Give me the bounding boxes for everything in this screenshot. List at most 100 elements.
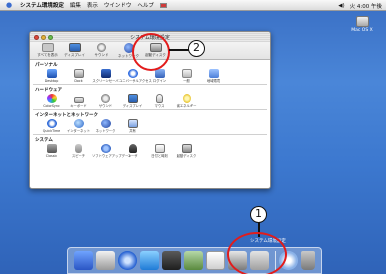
callout-leader-2	[169, 49, 189, 51]
pref-label: 地域環境	[206, 79, 221, 83]
pref-date-time[interactable]: 日付と時刻	[146, 144, 173, 158]
pref-general[interactable]: 一般	[173, 69, 200, 83]
section-title: システム	[35, 138, 53, 143]
speaker-icon	[101, 94, 110, 103]
input-menu-flag-icon[interactable]	[159, 2, 167, 8]
pref-displays[interactable]: ディスプレイ	[119, 94, 146, 108]
users-icon	[128, 144, 137, 153]
trash-icon[interactable]	[301, 251, 315, 270]
display-icon	[68, 43, 81, 52]
startup-disk-icon	[181, 144, 192, 153]
menu-bar: ● システム環境設定 編集 表示 ウインドウ ヘルプ ◀) 火 4:00 午後	[0, 0, 386, 11]
quicktime-icon	[46, 119, 57, 128]
internet-globe-icon	[73, 119, 84, 128]
itunes-icon[interactable]	[140, 251, 159, 270]
pref-label: サウンド	[98, 104, 113, 108]
pref-label: キーボード	[70, 104, 87, 108]
pref-label: ログイン	[152, 79, 167, 83]
mouse-icon	[156, 94, 163, 103]
pref-colorsync[interactable]: ColorSync	[38, 94, 65, 108]
pref-label: 起動ディスク	[176, 154, 197, 158]
menu-edit[interactable]: 編集	[70, 1, 81, 9]
menu-view[interactable]: 表示	[87, 1, 98, 9]
pref-label: ネットワーク	[95, 129, 116, 133]
iphoto-icon[interactable]	[184, 251, 203, 270]
pref-mouse[interactable]: マウス	[146, 94, 173, 108]
menu-window[interactable]: ウインドウ	[104, 1, 132, 9]
pref-users[interactable]: ユーザ	[119, 144, 146, 158]
microphone-icon	[75, 144, 82, 153]
pref-label: ソフトウェアアップデート	[92, 154, 132, 158]
sharing-icon	[127, 119, 138, 128]
internet-explorer-icon[interactable]	[118, 251, 137, 270]
pref-label: マウス	[154, 104, 165, 108]
apple-menu-icon[interactable]: ●	[4, 1, 14, 9]
universal-access-icon	[127, 69, 138, 78]
pref-label: Dock	[74, 79, 83, 83]
pref-startup-disk[interactable]: 起動ディスク	[173, 144, 200, 158]
pref-label: ディスプレイ	[122, 104, 143, 108]
menu-app-name[interactable]: システム環境設定	[20, 1, 64, 9]
pref-dock[interactable]: Dock	[65, 69, 92, 83]
classic-icon	[46, 144, 57, 153]
pref-login[interactable]: ログイン	[146, 69, 173, 83]
screensaver-icon	[100, 69, 111, 78]
toolbar-display[interactable]: ディスプレイ	[61, 42, 88, 58]
pref-universal-access[interactable]: ユニバーサルアクセス	[119, 69, 152, 83]
imovie-icon[interactable]	[162, 251, 181, 270]
pref-keyboard[interactable]: キーボード	[65, 94, 92, 108]
menu-status-area: ◀) 火 4:00 午後	[333, 0, 382, 11]
pref-energy-saver[interactable]: 省エネルギー	[173, 94, 200, 108]
section-title: ハードウェア	[35, 88, 62, 93]
finder-icon[interactable]	[74, 251, 93, 270]
pref-label: ColorSync	[43, 104, 60, 108]
pref-label: インターネット	[66, 129, 91, 133]
display-icon	[127, 94, 138, 103]
clock[interactable]: 火 4:00 午後	[350, 2, 382, 10]
toolbar-show-all[interactable]: すべてを表示	[34, 42, 61, 58]
toolbar-sound[interactable]: サウンド	[88, 42, 115, 58]
colorsync-icon	[46, 94, 57, 103]
pref-label: スピーチ	[71, 154, 86, 158]
calendar-clock-icon	[154, 144, 165, 153]
desktop-hd[interactable]: Mac OS X	[346, 16, 378, 33]
pref-sound[interactable]: サウンド	[92, 94, 119, 108]
menu-help[interactable]: ヘルプ	[137, 1, 154, 9]
section-hardware: ハードウェア ColorSync キーボード サウンド ディスプレイ マウス 省…	[30, 85, 270, 108]
pref-label: 省エネルギー	[176, 104, 197, 108]
section-title: インターネットとネットワーク	[35, 113, 98, 118]
pref-international[interactable]: 地域環境	[200, 69, 227, 83]
section-internet-network: インターネットとネットワーク QuickTime インターネット ネットワーク …	[30, 110, 270, 133]
pref-screensaver[interactable]: スクリーンセーバ	[92, 69, 119, 83]
pref-label: ユーザ	[127, 154, 138, 158]
keyboard-icon	[73, 97, 84, 103]
pref-sharing[interactable]: 共有	[119, 119, 146, 133]
show-all-icon	[41, 43, 54, 52]
network-globe-icon	[100, 119, 111, 128]
general-icon	[181, 69, 192, 78]
pref-desktop[interactable]: Desktop	[38, 69, 65, 83]
pref-speech[interactable]: スピーチ	[65, 144, 92, 158]
toolbar-label: ディスプレイ	[64, 53, 85, 57]
quicktime-player-icon[interactable]	[206, 251, 225, 270]
lightbulb-icon	[182, 94, 191, 103]
speaker-icon	[97, 43, 106, 52]
callout-number-2: 2	[188, 40, 205, 57]
pref-label: 一般	[183, 79, 190, 83]
pref-network[interactable]: ネットワーク	[92, 119, 119, 133]
toolbar-label: サウンド	[94, 53, 109, 57]
pref-quicktime[interactable]: QuickTime	[38, 119, 65, 133]
pref-label: Classic	[45, 154, 58, 158]
pref-label: QuickTime	[42, 129, 61, 133]
dock-icon	[73, 69, 84, 78]
international-flag-icon	[208, 69, 219, 78]
pref-classic[interactable]: Classic	[38, 144, 65, 158]
mail-icon[interactable]	[96, 251, 115, 270]
pref-software-update[interactable]: ソフトウェアアップデート	[92, 144, 132, 158]
pref-label: ユニバーサルアクセス	[119, 79, 152, 83]
volume-icon[interactable]: ◀)	[338, 3, 344, 9]
pref-internet[interactable]: インターネット	[65, 119, 92, 133]
pref-label: Desktop	[44, 79, 59, 83]
section-system: システム Classic スピーチ ソフトウェアアップデート ユーザ 日付と時刻…	[30, 135, 270, 158]
callout-ring-system-preferences	[227, 232, 287, 274]
